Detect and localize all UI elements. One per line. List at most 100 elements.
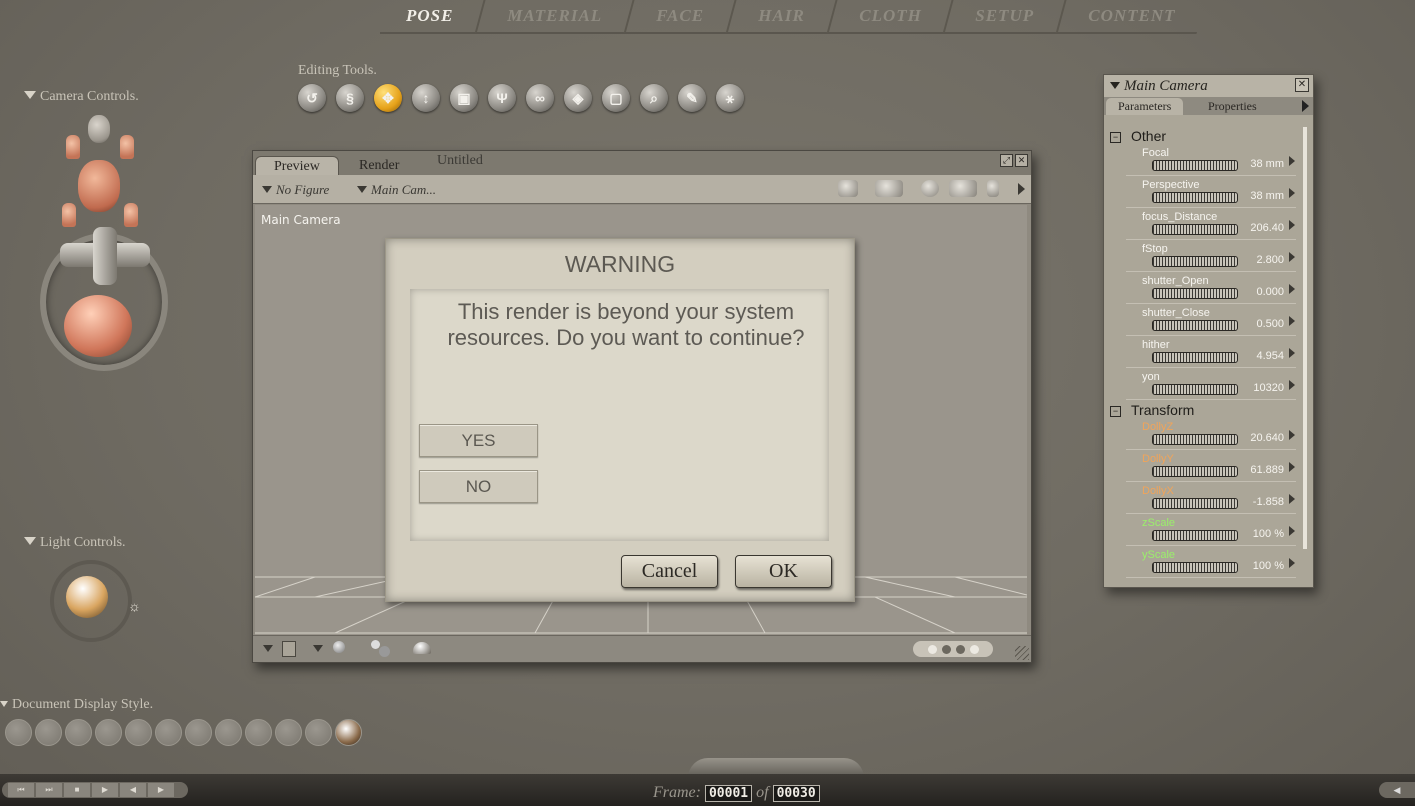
yes-button[interactable]: YES [419, 424, 538, 457]
tab-properties[interactable]: Properties [1196, 98, 1269, 115]
param-dial[interactable] [1152, 384, 1238, 395]
stop-icon[interactable]: ■ [64, 783, 90, 797]
light-sphere-control[interactable] [66, 576, 108, 618]
flat-lined-style-icon[interactable] [185, 719, 212, 746]
param-shutter-open[interactable]: shutter_Open 0.000 [1126, 273, 1296, 304]
view-pager[interactable] [913, 641, 993, 657]
param-dial[interactable] [1152, 498, 1238, 509]
morphing-tool-icon[interactable]: ✎ [678, 84, 706, 112]
param-dial[interactable] [1152, 288, 1238, 299]
collapse-icon[interactable]: − [1110, 132, 1121, 143]
param-hither[interactable]: hither 4.954 [1126, 337, 1296, 368]
param-menu-arrow[interactable] [1289, 156, 1295, 166]
translate-in-out-icon[interactable]: ↕ [412, 84, 440, 112]
param-yscale[interactable]: yScale 100 % [1126, 547, 1296, 578]
param-menu-arrow[interactable] [1289, 558, 1295, 568]
param-dial[interactable] [1152, 352, 1238, 363]
total-frames-field[interactable]: 00030 [772, 785, 820, 802]
toolbar-more-arrow[interactable] [1018, 183, 1025, 195]
move-y-control[interactable] [93, 227, 117, 285]
outline-style-icon[interactable] [35, 719, 62, 746]
tab-hair[interactable]: HAIR [725, 0, 836, 34]
scale-icon[interactable]: ▣ [450, 84, 478, 112]
param-focal[interactable]: Focal 38 mm [1126, 145, 1296, 176]
panel-title[interactable]: Main Camera [1110, 78, 1208, 95]
play-icon[interactable]: ▶ [92, 783, 118, 797]
right-hand-icon[interactable] [124, 203, 138, 227]
cartoon-lined-style-icon[interactable] [245, 719, 272, 746]
param-menu-arrow[interactable] [1289, 494, 1295, 504]
end-icon[interactable]: ⏭ [36, 783, 62, 797]
tab-material[interactable]: MATERIAL [474, 0, 633, 34]
select-figure-icon[interactable] [987, 180, 999, 197]
flat-shaded-style-icon[interactable] [155, 719, 182, 746]
param-dial[interactable] [1152, 434, 1238, 445]
param-dial[interactable] [1152, 320, 1238, 331]
param-menu-arrow[interactable] [1289, 252, 1295, 262]
param-dollyy[interactable]: DollyY 61.889 [1126, 451, 1296, 482]
lit-wireframe-style-icon[interactable] [125, 719, 152, 746]
rewind-icon[interactable]: ⏮ [8, 783, 34, 797]
grouping-icon[interactable]: ▢ [602, 84, 630, 112]
camera-menu[interactable]: Main Cam... [357, 182, 436, 198]
param-dial[interactable] [1152, 530, 1238, 541]
param-menu-arrow[interactable] [1289, 380, 1295, 390]
spheres-icon[interactable] [371, 640, 393, 657]
left-hand-icon[interactable] [62, 203, 76, 227]
param-perspective[interactable]: Perspective 38 mm [1126, 177, 1296, 208]
tab-render[interactable]: Render [341, 156, 417, 175]
pager-dot[interactable] [969, 644, 979, 654]
color-icon[interactable]: ◈ [564, 84, 592, 112]
rotate-icon[interactable]: ↺ [298, 84, 326, 112]
close-icon[interactable]: ✕ [1295, 78, 1309, 92]
panel-menu-arrow[interactable] [1302, 100, 1309, 112]
collapse-icon[interactable]: − [1110, 406, 1121, 417]
resize-grip[interactable] [1015, 646, 1029, 660]
main-camera-head-icon[interactable] [78, 160, 120, 212]
param-menu-arrow[interactable] [1289, 526, 1295, 536]
chain-break-icon[interactable]: ∞ [526, 84, 554, 112]
camera-preview-icon[interactable] [838, 180, 858, 197]
view-magnifier-icon[interactable]: ⌕ [640, 84, 668, 112]
param-zscale[interactable]: zScale 100 % [1126, 515, 1296, 546]
param-menu-arrow[interactable] [1289, 284, 1295, 294]
smooth-shaded-style-icon[interactable] [275, 719, 302, 746]
tab-pose[interactable]: POSE [380, 0, 480, 34]
light-controls-label[interactable]: Light Controls. [24, 535, 126, 551]
wireframe-style-icon[interactable] [65, 719, 92, 746]
param-dial[interactable] [1152, 192, 1238, 203]
figure-menu[interactable]: No Figure [262, 182, 329, 198]
param-menu-arrow[interactable] [1289, 316, 1295, 326]
background-color-icon[interactable] [413, 642, 431, 654]
tab-setup[interactable]: SETUP [942, 0, 1065, 34]
param-dial[interactable] [1152, 562, 1238, 573]
prev-frame-icon[interactable]: ◀ [120, 783, 146, 797]
translate-icon[interactable]: ✥ [374, 84, 402, 112]
texture-shaded-style-icon[interactable] [335, 719, 362, 746]
twist-icon[interactable]: § [336, 84, 364, 112]
no-button[interactable]: NO [419, 470, 538, 503]
smooth-lined-style-icon[interactable] [305, 719, 332, 746]
maximize-icon[interactable]: ⤢ [1000, 154, 1013, 167]
param-menu-arrow[interactable] [1289, 220, 1295, 230]
orbit-icon[interactable] [921, 180, 939, 197]
hidden-line-style-icon[interactable] [95, 719, 122, 746]
tab-cloth[interactable]: CLOTH [826, 0, 952, 34]
multi-camera-icon[interactable] [875, 180, 903, 197]
panel-scrollbar[interactable] [1303, 127, 1307, 549]
current-frame-field[interactable]: 00001 [704, 785, 753, 802]
face-camera-icon[interactable] [88, 115, 110, 143]
camera-controls-label[interactable]: Camera Controls. [24, 89, 139, 105]
light-sun-icon[interactable]: ☼ [128, 598, 141, 614]
move-view-icon[interactable] [949, 180, 977, 197]
tab-preview[interactable]: Preview [255, 156, 339, 176]
param-yon[interactable]: yon 10320 [1126, 369, 1296, 400]
cancel-button[interactable]: Cancel [621, 555, 718, 588]
camera-trackball[interactable] [64, 295, 132, 357]
pager-dot[interactable] [941, 644, 951, 654]
param-shutter-close[interactable]: shutter_Close 0.500 [1126, 305, 1296, 336]
tab-content[interactable]: CONTENT [1055, 0, 1207, 34]
group-other[interactable]: − Other [1110, 128, 1166, 144]
tab-parameters[interactable]: Parameters [1106, 98, 1184, 115]
param-menu-arrow[interactable] [1289, 462, 1295, 472]
